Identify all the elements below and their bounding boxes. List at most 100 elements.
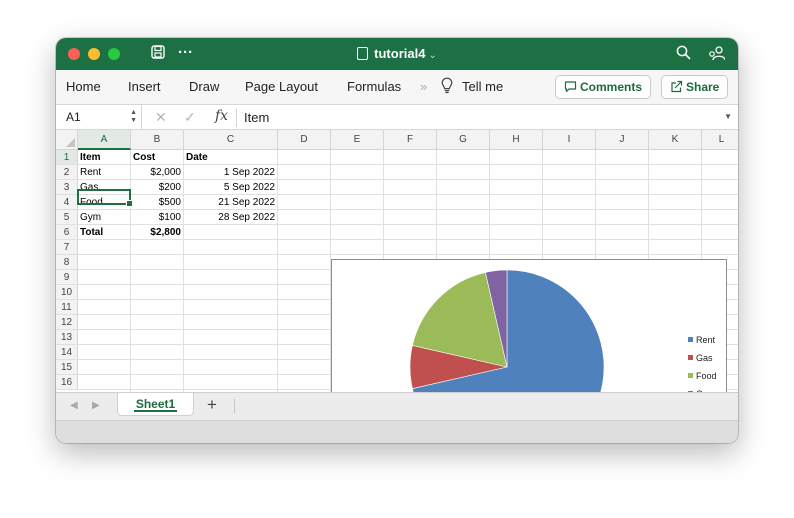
comment-icon	[564, 76, 577, 98]
comments-button[interactable]: Comments	[555, 75, 651, 99]
formula-input[interactable]: Item	[244, 109, 269, 126]
sheet-tab-bar: ◀ ▶ Sheet1 +	[56, 392, 738, 420]
column-header-d[interactable]: D	[278, 130, 331, 150]
column-header-a[interactable]: A	[78, 130, 131, 150]
row-header-9[interactable]: 9	[56, 270, 78, 285]
menu-draw[interactable]: Draw	[189, 79, 219, 95]
lightbulb-icon[interactable]	[441, 77, 453, 98]
ribbon: Home Insert Draw Page Layout Formulas » …	[56, 70, 738, 105]
cell-a6[interactable]: Total	[80, 225, 103, 240]
status-bar	[56, 420, 738, 443]
share-people-icon[interactable]	[708, 45, 726, 65]
row-header-3[interactable]: 3	[56, 180, 78, 195]
cell-b6[interactable]: $2,800	[131, 225, 181, 240]
cancel-edit-icon[interactable]: ✕	[155, 109, 167, 125]
column-header-c[interactable]: C	[184, 130, 278, 150]
legend-swatch	[688, 337, 693, 342]
legend-item-gas: Gas	[688, 352, 717, 370]
legend-item-food: Food	[688, 370, 717, 388]
cell-b2[interactable]: $2,000	[131, 165, 181, 180]
column-header-h[interactable]: H	[490, 130, 543, 150]
menu-formulas[interactable]: Formulas	[347, 79, 401, 95]
cell-b3[interactable]: $200	[131, 180, 181, 195]
column-header-e[interactable]: E	[331, 130, 384, 150]
formula-expand-icon[interactable]: ▼	[724, 112, 732, 121]
name-box-value: A1	[66, 110, 81, 124]
column-header-g[interactable]: G	[437, 130, 490, 150]
cell-b4[interactable]: $500	[131, 195, 181, 210]
column-header-i[interactable]: I	[543, 130, 596, 150]
menu-insert[interactable]: Insert	[128, 79, 161, 95]
insert-function-icon[interactable]: fx	[215, 108, 228, 125]
comments-label: Comments	[580, 80, 643, 94]
row-header-14[interactable]: 14	[56, 345, 78, 360]
next-sheet-arrow-icon[interactable]: ▶	[92, 400, 100, 412]
legend-swatch	[688, 373, 693, 378]
legend-item-rent: Rent	[688, 334, 717, 352]
row-header-11[interactable]: 11	[56, 300, 78, 315]
cell-b1[interactable]: Cost	[133, 150, 155, 165]
window-title[interactable]: tutorial4 ⌄	[56, 45, 738, 65]
cell-a2[interactable]: Rent	[80, 165, 101, 180]
row-header-6[interactable]: 6	[56, 225, 78, 240]
row-header-10[interactable]: 10	[56, 285, 78, 300]
legend-swatch	[688, 355, 693, 360]
name-box[interactable]: A1 ▲ ▼	[56, 105, 142, 130]
row-header-16[interactable]: 16	[56, 375, 78, 390]
row-header-12[interactable]: 12	[56, 315, 78, 330]
cell-c4[interactable]: 21 Sep 2022	[184, 195, 275, 210]
menu-page-layout[interactable]: Page Layout	[245, 79, 318, 95]
row-header-1[interactable]: 1	[56, 150, 78, 165]
cell-b5[interactable]: $100	[131, 210, 181, 225]
ribbon-overflow-icon[interactable]: »	[420, 79, 427, 95]
title-bar: ··· tutorial4 ⌄	[56, 38, 738, 70]
row-header-4[interactable]: 4	[56, 195, 78, 210]
tab-divider	[234, 399, 235, 413]
legend-label: Gas	[696, 353, 713, 363]
add-sheet-button[interactable]: +	[207, 396, 217, 414]
column-header-k[interactable]: K	[649, 130, 702, 150]
excel-window: ··· tutorial4 ⌄ Home Insert Draw Page Lay…	[56, 38, 738, 443]
selected-cell-outline	[77, 189, 133, 207]
title-chevron-icon: ⌄	[428, 50, 437, 61]
menu-home[interactable]: Home	[66, 79, 101, 95]
column-header-j[interactable]: J	[596, 130, 649, 150]
cell-c5[interactable]: 28 Sep 2022	[184, 210, 275, 225]
worksheet-grid[interactable]: ABCDEFGHIJKL 1 2 3 4 5 6 7 8 9 10 11 12 13 14 15 16 Ite…	[56, 130, 738, 392]
column-header-b[interactable]: B	[131, 130, 184, 150]
confirm-edit-icon[interactable]: ✓	[184, 109, 196, 125]
chart-legend: RentGasFoodGym	[688, 334, 717, 392]
search-icon[interactable]	[676, 45, 691, 64]
row-header-7[interactable]: 7	[56, 240, 78, 255]
row-header-2[interactable]: 2	[56, 165, 78, 180]
formula-divider	[236, 108, 237, 127]
sheet-tab-sheet1[interactable]: Sheet1	[117, 393, 194, 416]
cell-c1[interactable]: Date	[186, 150, 208, 165]
share-button[interactable]: Share	[661, 75, 728, 99]
row-header-5[interactable]: 5	[56, 210, 78, 225]
row-header-13[interactable]: 13	[56, 330, 78, 345]
legend-label: Rent	[696, 335, 716, 345]
legend-label: Food	[696, 371, 717, 381]
cell-c3[interactable]: 5 Sep 2022	[184, 180, 275, 195]
cell-c2[interactable]: 1 Sep 2022	[184, 165, 275, 180]
column-header-l[interactable]: L	[702, 130, 738, 150]
cell-a5[interactable]: Gym	[80, 210, 101, 225]
pie-chart-plot	[409, 269, 605, 392]
share-label: Share	[686, 80, 720, 94]
share-icon	[670, 76, 683, 98]
prev-sheet-arrow-icon[interactable]: ◀	[70, 400, 78, 412]
select-all-corner[interactable]	[56, 130, 78, 150]
cell-a1[interactable]: Item	[80, 150, 101, 165]
row-header-8[interactable]: 8	[56, 255, 78, 270]
pie-chart[interactable]: RentGasFoodGym	[331, 259, 727, 392]
formula-bar: A1 ▲ ▼ ✕ ✓ fx Item ▼	[56, 105, 738, 130]
name-box-stepper-icon[interactable]: ▲ ▼	[130, 109, 137, 125]
excel-file-icon	[357, 47, 369, 60]
row-gridline	[78, 254, 738, 255]
column-gridline	[277, 150, 278, 392]
document-name: tutorial4	[374, 46, 426, 61]
tell-me-search[interactable]: Tell me	[462, 79, 503, 95]
row-header-15[interactable]: 15	[56, 360, 78, 375]
column-header-f[interactable]: F	[384, 130, 437, 150]
